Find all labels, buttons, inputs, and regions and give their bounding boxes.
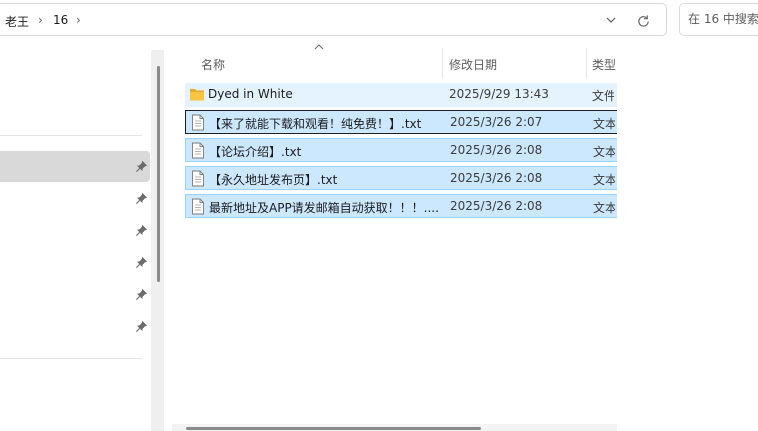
nav-pinned-item[interactable]	[0, 151, 150, 182]
text-file-icon	[192, 198, 204, 215]
file-name: 【论坛介绍】.txt	[209, 145, 302, 159]
nav-divider	[0, 135, 142, 136]
pin-icon[interactable]	[135, 320, 148, 333]
pin-icon[interactable]	[135, 224, 148, 237]
nav-scrollbar-thumb[interactable]	[157, 66, 160, 282]
file-name: Dyed in White	[208, 87, 293, 101]
pin-icon[interactable]	[135, 256, 148, 269]
text-file-icon	[192, 114, 204, 131]
file-row-selected[interactable]: 【永久地址发布页】.txt 2025/3/26 2:08 文本文档	[185, 166, 617, 190]
file-name: 【永久地址发布页】.txt	[209, 173, 338, 187]
refresh-icon[interactable]	[636, 14, 651, 29]
column-header-name[interactable]: 名称	[201, 56, 225, 73]
text-file-icon	[192, 170, 204, 187]
breadcrumb-item-16[interactable]: 16	[53, 13, 68, 27]
file-list: 名称 修改日期 类型 Dyed in White 2025/9/29 13:43…	[170, 0, 617, 431]
sort-ascending-icon	[314, 44, 324, 50]
file-date: 2025/3/26 2:08	[450, 143, 543, 157]
file-row-folder[interactable]: Dyed in White 2025/9/29 13:43 文件夹	[185, 83, 617, 107]
file-type: 文本文档	[593, 173, 615, 187]
file-date: 2025/3/26 2:07	[450, 115, 543, 129]
nav-pinned-item[interactable]	[0, 183, 150, 214]
column-separator[interactable]	[586, 48, 587, 78]
pin-icon[interactable]	[135, 192, 148, 205]
pin-icon[interactable]	[135, 288, 148, 301]
breadcrumb-item-laowang[interactable]: 老王	[5, 13, 29, 30]
column-header-type[interactable]: 类型	[592, 56, 616, 73]
horizontal-scrollbar-thumb[interactable]	[186, 427, 481, 430]
file-row-selected[interactable]: 【来了就能下载和观看！纯免费！】.txt 2025/3/26 2:07 文本文档	[185, 110, 617, 134]
file-type: 文本文档	[593, 117, 615, 131]
pin-icon[interactable]	[135, 160, 148, 173]
nav-pinned-item[interactable]	[0, 247, 150, 278]
nav-divider	[0, 358, 142, 359]
file-name: 【来了就能下载和观看！纯免费！】.txt	[209, 117, 422, 131]
breadcrumb-chevron-icon[interactable]: ›	[38, 13, 43, 27]
file-row-selected[interactable]: 最新地址及APP请发邮箱自动获取！！！.... 2025/3/26 2:08 文…	[185, 194, 617, 218]
file-type: 文本文档	[593, 145, 615, 159]
nav-pinned-item[interactable]	[0, 279, 150, 310]
column-separator[interactable]	[442, 48, 443, 78]
search-input[interactable]	[688, 12, 758, 26]
file-type: 文件夹	[592, 89, 614, 103]
text-file-icon	[192, 142, 204, 159]
search-box[interactable]	[679, 3, 758, 36]
nav-pinned-item[interactable]	[0, 311, 150, 342]
file-type: 文本文档	[593, 201, 615, 215]
breadcrumb-chevron-icon[interactable]: ›	[76, 13, 81, 27]
nav-pinned-item[interactable]	[0, 215, 150, 246]
column-header-date[interactable]: 修改日期	[449, 56, 497, 73]
folder-icon	[190, 89, 204, 101]
file-name: 最新地址及APP请发邮箱自动获取！！！....	[209, 201, 439, 215]
file-date: 2025/3/26 2:08	[450, 171, 543, 185]
file-date: 2025/9/29 13:43	[449, 87, 549, 101]
file-date: 2025/3/26 2:08	[450, 199, 543, 213]
file-row-selected[interactable]: 【论坛介绍】.txt 2025/3/26 2:08 文本文档	[185, 138, 617, 162]
